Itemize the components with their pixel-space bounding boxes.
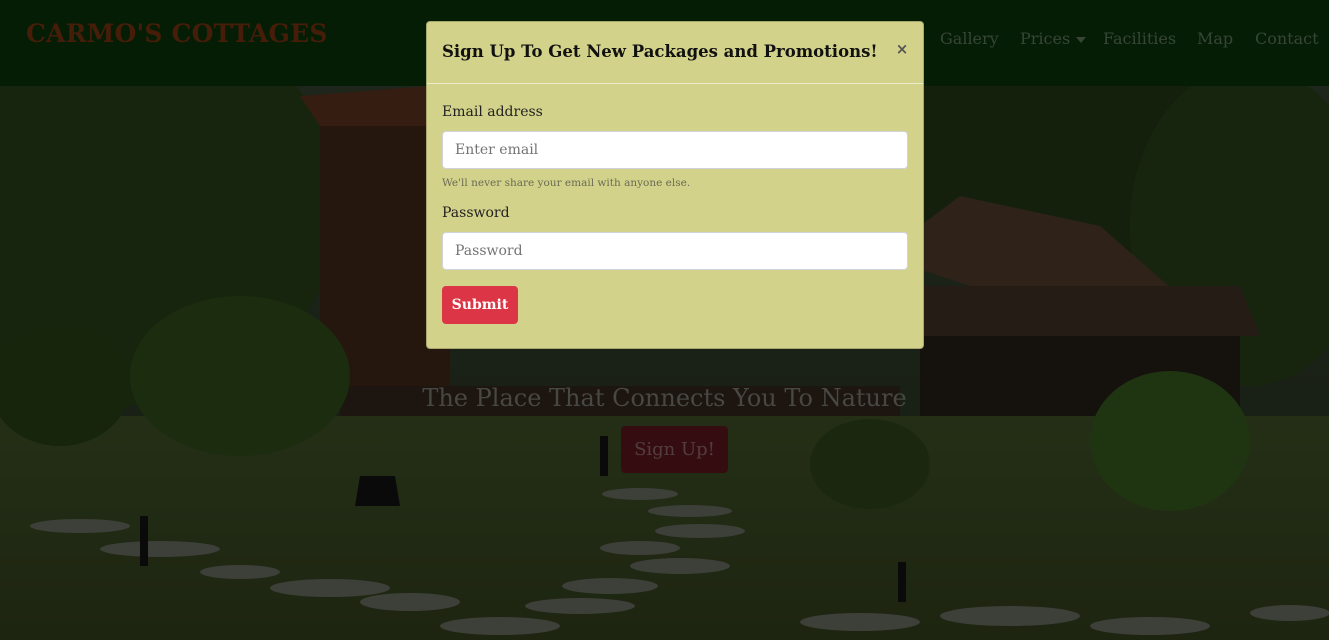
email-help-text: We'll never share your email with anyone… bbox=[442, 177, 691, 189]
password-field[interactable] bbox=[442, 232, 908, 270]
email-label: Email address bbox=[442, 104, 543, 120]
submit-button[interactable]: Submit bbox=[442, 286, 518, 324]
modal-body: Email address We'll never share your ema… bbox=[442, 104, 908, 324]
password-group: Password bbox=[442, 205, 908, 270]
password-label: Password bbox=[442, 205, 510, 221]
modal-header: Sign Up To Get New Packages and Promotio… bbox=[427, 22, 923, 84]
modal-title: Sign Up To Get New Packages and Promotio… bbox=[442, 42, 878, 61]
email-group: Email address We'll never share your ema… bbox=[442, 104, 908, 189]
signup-modal: Sign Up To Get New Packages and Promotio… bbox=[426, 21, 924, 349]
close-icon[interactable]: × bbox=[895, 41, 909, 57]
email-field[interactable] bbox=[442, 131, 908, 169]
